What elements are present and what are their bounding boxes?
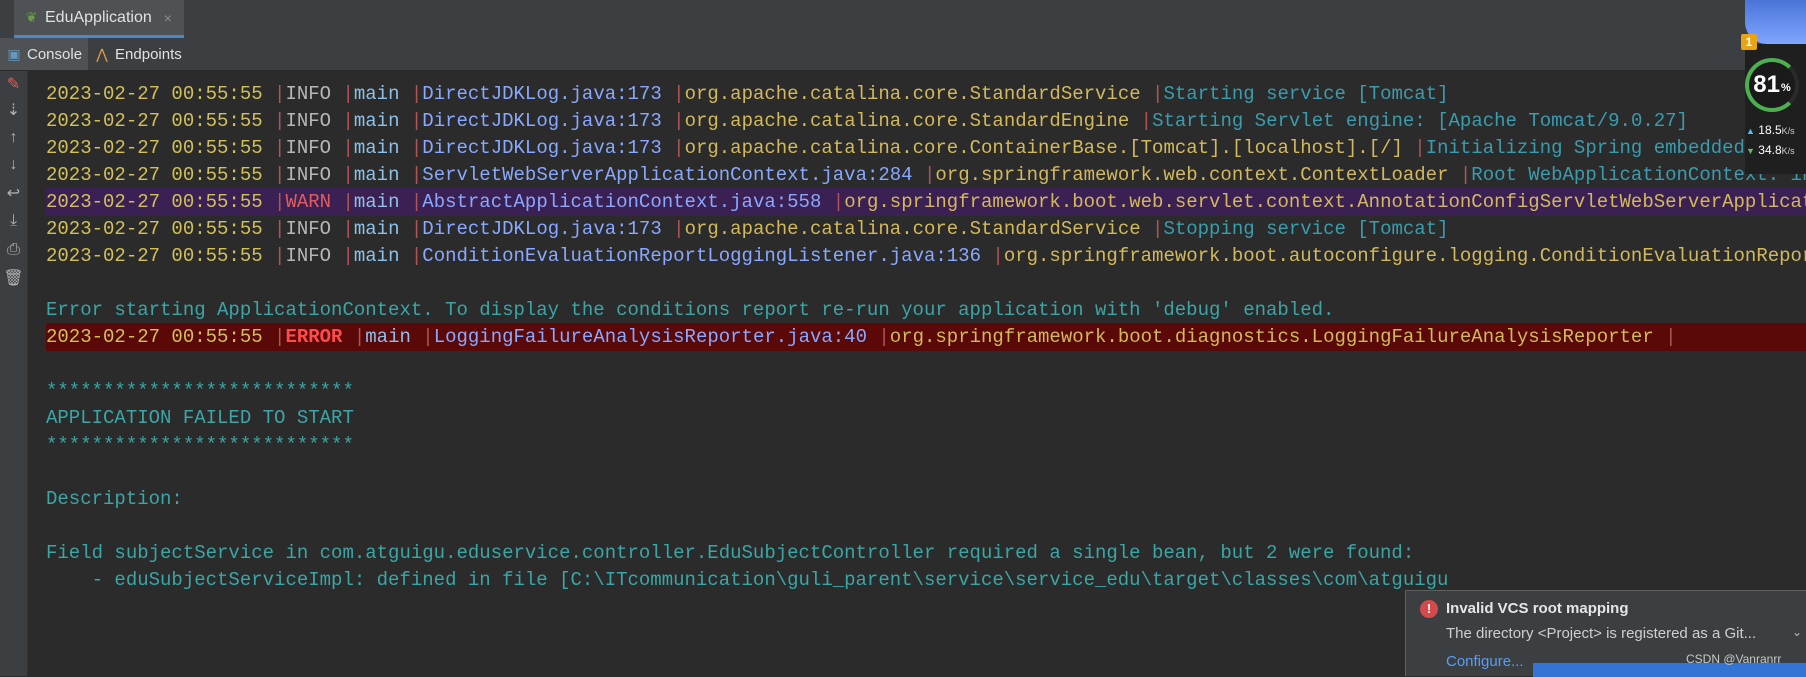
field-description: Field subjectService in com.atguigu.edus… bbox=[46, 542, 1415, 564]
log-logger: org.apache.catalina.core.StandardService bbox=[684, 218, 1141, 240]
log-message: Starting Servlet engine: [Apache Tomcat/… bbox=[1152, 110, 1688, 132]
notification-count-badge: 1 bbox=[1741, 34, 1757, 50]
log-timestamp: 2023-02-27 00:55:55 bbox=[46, 191, 263, 213]
download-unit: K/s bbox=[1781, 146, 1795, 156]
description-label: Description: bbox=[46, 488, 183, 510]
log-line: 2023-02-27 00:55:55 |INFO |main |Conditi… bbox=[46, 242, 1806, 270]
up-arrow-icon[interactable]: ↑ bbox=[0, 125, 27, 151]
log-message: Initializing Spring embedded Web bbox=[1425, 137, 1791, 159]
error-icon: ! bbox=[1420, 600, 1438, 618]
soft-wrap-icon[interactable]: ↩ bbox=[0, 180, 27, 206]
log-thread: main bbox=[353, 245, 400, 267]
log-level: WARN bbox=[285, 191, 343, 213]
watermark: CSDN @Vanranrr bbox=[1686, 652, 1782, 666]
log-level: INFO bbox=[285, 137, 343, 159]
rerun-icon[interactable]: ✎ bbox=[0, 71, 27, 97]
toolwindow-tab-bar: ▣ Console ⋀ Endpoints bbox=[0, 38, 1806, 71]
log-timestamp: 2023-02-27 00:55:55 bbox=[46, 245, 263, 267]
endpoints-icon: ⋀ bbox=[96, 45, 108, 62]
log-message: Stopping service [Tomcat] bbox=[1163, 218, 1449, 240]
log-timestamp: 2023-02-27 00:55:55 bbox=[46, 110, 263, 132]
log-line: 2023-02-27 00:55:55 |INFO |main |DirectJ… bbox=[46, 110, 1688, 132]
down-arrow-icon[interactable]: ↓ bbox=[0, 152, 27, 178]
upload-arrow-icon: ▲ bbox=[1746, 126, 1755, 136]
log-line-warn: 2023-02-27 00:55:55 |WARN |main |Abstrac… bbox=[46, 188, 1806, 216]
log-thread: main bbox=[353, 83, 400, 105]
tab-console-label: Console bbox=[27, 45, 83, 63]
log-logger: org.apache.catalina.core.ContainerBase.[… bbox=[684, 137, 1403, 159]
upload-unit: K/s bbox=[1781, 126, 1795, 136]
tab-edu-application[interactable]: ❦ EduApplication × bbox=[14, 0, 184, 38]
log-level: ERROR bbox=[285, 326, 343, 348]
tab-endpoints[interactable]: ⋀ Endpoints bbox=[88, 38, 188, 70]
log-level: INFO bbox=[285, 245, 343, 267]
chevron-down-icon[interactable]: ⌄ bbox=[1792, 625, 1802, 639]
log-line-error: 2023-02-27 00:55:55 |ERROR |main |Loggin… bbox=[46, 323, 1806, 351]
upload-value: 18.5 bbox=[1758, 123, 1782, 137]
configure-link[interactable]: Configure... bbox=[1446, 653, 1524, 670]
download-speed: ▼ 34.8K/s bbox=[1746, 143, 1795, 157]
log-logger: org.apache.catalina.core.StandardEngine bbox=[684, 110, 1130, 132]
log-level: INFO bbox=[285, 164, 343, 186]
editor-tab-bar: ❦ EduApplication × bbox=[0, 0, 1806, 39]
log-source-link[interactable]: ConditionEvaluationReportLoggingListener… bbox=[422, 245, 981, 267]
log-thread: main bbox=[353, 110, 400, 132]
log-thread: main bbox=[353, 164, 400, 186]
cpu-percent-unit: % bbox=[1780, 82, 1791, 94]
stars-divider-top: *************************** bbox=[46, 380, 354, 402]
log-source-link[interactable]: DirectJDKLog.java:173 bbox=[422, 83, 661, 105]
log-level: INFO bbox=[285, 110, 343, 132]
log-level: INFO bbox=[285, 218, 343, 240]
log-line: 2023-02-27 00:55:55 |INFO |main |DirectJ… bbox=[46, 83, 1449, 105]
log-source-link[interactable]: LoggingFailureAnalysisReporter.java:40 bbox=[434, 326, 867, 348]
log-thread: main bbox=[365, 326, 411, 348]
log-thread: main bbox=[353, 218, 400, 240]
bean-description: - eduSubjectServiceImpl: defined in file… bbox=[46, 569, 1449, 591]
download-arrow-icon: ▼ bbox=[1746, 146, 1755, 156]
error-context-message: Error starting ApplicationContext. To di… bbox=[46, 299, 1335, 321]
scroll-down-icon[interactable]: ⤓ bbox=[0, 208, 27, 234]
scroll-to-end-icon[interactable]: ⇣ bbox=[0, 97, 27, 123]
failed-title: APPLICATION FAILED TO START bbox=[46, 407, 354, 429]
cpu-percent: 81 bbox=[1753, 71, 1780, 98]
log-level: INFO bbox=[285, 83, 343, 105]
tab-console[interactable]: ▣ Console bbox=[0, 38, 89, 70]
stars-divider-bottom: *************************** bbox=[46, 434, 354, 456]
log-logger: org.springframework.boot.autoconfigure.l… bbox=[1003, 245, 1806, 267]
log-line: 2023-02-27 00:55:55 |INFO |main |DirectJ… bbox=[46, 137, 1791, 159]
log-line: 2023-02-27 00:55:55 |INFO |main |DirectJ… bbox=[46, 218, 1449, 240]
log-logger: org.springframework.boot.diagnostics.Log… bbox=[889, 326, 1654, 348]
spring-leaf-icon: ❦ bbox=[25, 9, 38, 25]
console-icon: ▣ bbox=[7, 45, 21, 62]
log-timestamp: 2023-02-27 00:55:55 bbox=[46, 164, 263, 186]
log-source-link[interactable]: DirectJDKLog.java:173 bbox=[422, 218, 661, 240]
log-source-link[interactable]: DirectJDKLog.java:173 bbox=[422, 110, 661, 132]
tab-endpoints-label: Endpoints bbox=[115, 45, 182, 63]
download-value: 34.8 bbox=[1758, 143, 1782, 157]
log-line: 2023-02-27 00:55:55 |INFO |main |Servlet… bbox=[46, 161, 1806, 189]
log-message: Starting service [Tomcat] bbox=[1163, 83, 1449, 105]
log-source-link[interactable]: ServletWebServerApplicationContext.java:… bbox=[422, 164, 912, 186]
trash-icon[interactable]: 🗑 bbox=[0, 265, 27, 291]
log-timestamp: 2023-02-27 00:55:55 bbox=[46, 218, 263, 240]
log-logger: org.apache.catalina.core.StandardService bbox=[684, 83, 1141, 105]
log-logger: org.springframework.boot.web.servlet.con… bbox=[844, 191, 1806, 213]
cpu-gauge: 81% bbox=[1745, 58, 1799, 112]
notification-body: The directory <Project> is registered as… bbox=[1446, 625, 1757, 642]
log-thread: main bbox=[353, 191, 400, 213]
log-timestamp: 2023-02-27 00:55:55 bbox=[46, 326, 263, 348]
console-toolbar: ✎ ⇣ ↑ ↓ ↩ ⤓ ⎙ 🗑 bbox=[0, 71, 28, 676]
log-timestamp: 2023-02-27 00:55:55 bbox=[46, 137, 263, 159]
tab-label: EduApplication bbox=[45, 8, 152, 26]
log-thread: main bbox=[353, 137, 400, 159]
log-logger: org.springframework.web.context.ContextL… bbox=[935, 164, 1449, 186]
close-icon[interactable]: × bbox=[164, 10, 172, 26]
log-source-link[interactable]: AbstractApplicationContext.java:558 bbox=[422, 191, 821, 213]
upload-speed: ▲ 18.5K/s bbox=[1746, 123, 1795, 137]
print-icon[interactable]: ⎙ bbox=[0, 237, 27, 263]
notification-title: Invalid VCS root mapping bbox=[1446, 600, 1629, 617]
console-output[interactable]: 2023-02-27 00:55:55 |INFO |main |DirectJ… bbox=[28, 80, 1806, 676]
log-timestamp: 2023-02-27 00:55:55 bbox=[46, 83, 263, 105]
log-source-link[interactable]: DirectJDKLog.java:173 bbox=[422, 137, 661, 159]
